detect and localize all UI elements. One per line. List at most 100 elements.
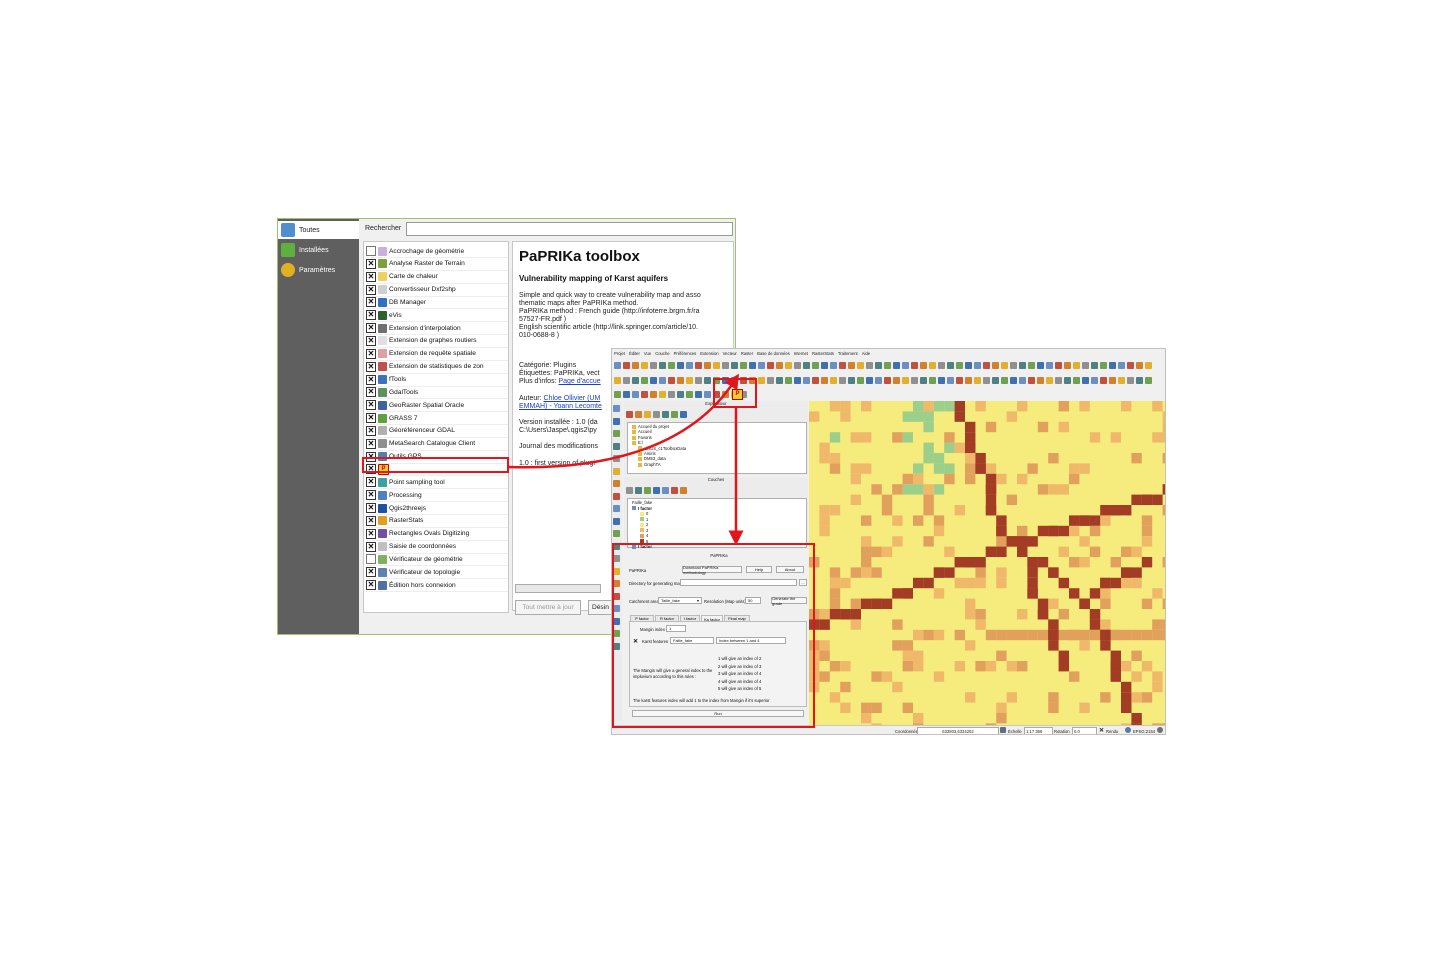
layer-item[interactable]: Faille_fake [632,500,652,505]
digitizing-tool-icon[interactable] [613,430,620,437]
checkbox-checked-icon[interactable]: ✕ [366,348,376,359]
toolbar-tool-icon[interactable] [839,361,846,369]
toolbar-tool-icon[interactable] [857,361,864,369]
digitizing-tool-icon[interactable] [613,492,620,500]
plugin-row[interactable]: ✕ Vérificateur de topologie [366,566,508,580]
toolbar-tool-icon[interactable] [626,411,633,418]
menu-item[interactable]: Base de données [757,351,790,356]
toolbar-tool-icon[interactable] [1055,376,1062,384]
toolbar-tool-icon[interactable] [659,361,666,369]
toolbar-tool-icon[interactable] [680,487,687,494]
plugin-row[interactable]: ✕ Édition hors connexion [366,579,508,593]
toolbar-tool-icon[interactable] [983,361,990,369]
menu-item[interactable]: Éditer [629,351,640,356]
toolbar-tool-icon[interactable] [668,361,675,369]
layer-item[interactable]: 3 [640,528,648,533]
horizontal-scrollbar[interactable] [515,584,601,593]
sidebar-item-settings[interactable]: Paramètres [278,261,359,279]
toolbar-tool-icon[interactable] [956,361,963,369]
toolbar-tool-icon[interactable] [1109,361,1116,369]
toolbar-tool-icon[interactable] [794,361,801,369]
checkbox-checked-icon[interactable]: ✕ [366,271,376,282]
toolbar-tool-icon[interactable] [713,361,720,369]
toolbar-tool-icon[interactable] [686,376,693,384]
browser-item[interactable]: E:\ [632,440,643,445]
layer-item[interactable]: 0 [640,511,648,516]
checkbox-checked-icon[interactable]: ✕ [366,310,376,321]
toolbar-tool-icon[interactable] [1055,361,1062,369]
toolbar-tool-icon[interactable] [875,361,882,369]
toolbar-tool-icon[interactable] [911,376,918,384]
toolbar-tool-icon[interactable] [635,411,642,418]
checkbox-checked-icon[interactable]: ✕ [366,258,376,269]
toolbar-tool-icon[interactable] [965,376,972,384]
author-link-2[interactable]: EMMAH) - Yoann Lecomte [519,403,602,411]
toolbar-tool-icon[interactable] [1118,376,1125,384]
toolbar-tool-icon[interactable] [1145,376,1152,384]
toolbar-tool-icon[interactable] [641,390,648,398]
checkbox-checked-icon[interactable]: ✕ [366,374,376,385]
plugin-row[interactable]: ✕ Analyse Raster de Terrain [366,258,508,271]
toolbar-tool-icon[interactable] [686,361,693,369]
toolbar-tool-icon[interactable] [644,411,651,418]
map-canvas[interactable] [809,401,1165,725]
toolbar-tool-icon[interactable] [623,361,630,369]
plugin-row[interactable]: ✕ MetaSearch Catalogue Client [366,438,508,451]
toolbar-tool-icon[interactable] [1100,376,1107,384]
toolbar-tool-icon[interactable] [749,361,756,369]
toolbar-tool-icon[interactable] [704,376,711,384]
toolbar-tool-icon[interactable] [776,376,783,384]
browser-item[interactable]: Amiris [638,451,656,456]
menu-item[interactable]: RasterStats [812,351,834,356]
layer-item[interactable]: 4 [640,533,648,538]
toolbar-tool-icon[interactable] [884,376,891,384]
toolbar-tool-icon[interactable] [1100,361,1107,369]
toolbar-tool-icon[interactable] [644,487,651,494]
toolbar-tool-icon[interactable] [668,390,675,398]
checkbox-checked-icon[interactable]: ✕ [366,567,376,578]
toolbar-tool-icon[interactable] [659,390,666,398]
toolbar-tool-icon[interactable] [920,361,927,369]
browser-item[interactable]: Accueil du projet [632,424,669,429]
toolbar-tool-icon[interactable] [902,361,909,369]
update-all-button[interactable]: Tout mettre à jour [515,600,581,615]
plugin-row[interactable]: ✕ DB Manager [366,296,508,310]
toolbar-tool-icon[interactable] [641,376,648,384]
checkbox-checked-icon[interactable]: ✕ [366,297,376,308]
toolbar-tool-icon[interactable] [1118,361,1125,369]
checkbox-checked-icon[interactable]: ✕ [366,580,376,591]
toolbar-tool-icon[interactable] [1091,376,1098,384]
toolbar-tool-icon[interactable] [992,376,999,384]
plugin-row[interactable]: ✕ Carte de chaleur [366,271,508,284]
plugin-row[interactable]: ✕ Convertisseur Dxf2shp [366,284,508,297]
toolbar-tool-icon[interactable] [623,376,630,384]
menu-item[interactable]: Projet [614,351,625,356]
toolbar-tool-icon[interactable] [632,361,639,369]
toolbar-tool-icon[interactable] [614,376,621,384]
toolbar-tool-icon[interactable] [632,376,639,384]
toolbar-tool-icon[interactable] [731,361,738,369]
toolbar-tool-icon[interactable] [812,376,819,384]
toolbar-tool-icon[interactable] [695,376,702,384]
plugin-row[interactable]: ✕ Rectangles Ovals Digitizing [366,528,508,541]
checkbox-checked-icon[interactable]: ✕ [366,515,376,526]
plugin-row[interactable]: Vérificateur de géométrie [366,553,508,567]
browser-item[interactable]: Favoris [632,435,652,440]
toolbar-tool-icon[interactable] [1064,361,1071,369]
plugin-row[interactable]: ✕ Extension de requête spatiale [366,348,508,361]
plugin-row[interactable]: ✕ fTools [366,374,508,387]
toolbar-tool-icon[interactable] [920,376,927,384]
checkbox-checked-icon[interactable]: ✕ [366,413,376,424]
toolbar-tool-icon[interactable] [974,376,981,384]
toolbar-tool-icon[interactable] [1010,376,1017,384]
toolbar-tool-icon[interactable] [659,376,666,384]
plugin-row[interactable]: ✕ Qgis2threejs [366,502,508,515]
toolbar-tool-icon[interactable] [821,376,828,384]
toolbar-tool-icon[interactable] [785,376,792,384]
checkbox-checked-icon[interactable]: ✕ [366,335,376,346]
plugin-row[interactable]: ✕ Extension de statistiques de zon [366,361,508,374]
menu-item[interactable]: Extension [700,351,718,356]
checkbox-unchecked-icon[interactable] [366,554,376,565]
toolbar-tool-icon[interactable] [938,376,945,384]
author-link[interactable]: Chloe Ollivier (UM [544,395,601,402]
